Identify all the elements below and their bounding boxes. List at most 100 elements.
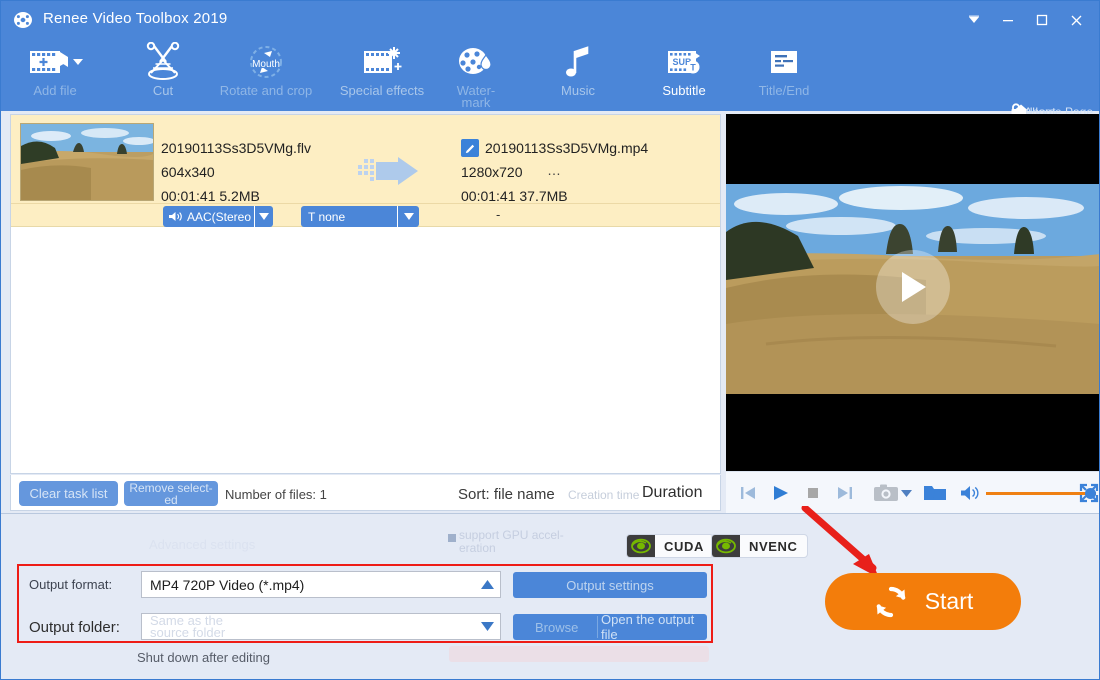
svg-text:Mouth: Mouth — [252, 59, 280, 70]
volume-slider-knob[interactable] — [1085, 487, 1096, 499]
film-reel-icon — [13, 9, 35, 31]
maximize-button[interactable] — [1025, 5, 1059, 35]
skip-previous-icon — [741, 486, 755, 499]
camera-icon — [874, 484, 898, 501]
table-row[interactable]: 20190113Ss3D5VMg.flv 604x340 00:01:41 5.… — [11, 115, 720, 227]
close-button[interactable] — [1059, 5, 1093, 35]
output-duration-size: 00:01:41 37.7MB — [461, 188, 568, 204]
status-badge-cuda: CUDA — [626, 534, 714, 558]
output-format-label: Output format: — [29, 577, 113, 592]
gpu-accel-checkbox[interactable] — [448, 534, 456, 542]
subtitle-track-label: T none — [308, 209, 346, 224]
browse-open-button-group[interactable]: Browse Open the output file — [513, 614, 707, 640]
toolbar-item-subtitle[interactable]: SUB T Subtitle — [632, 39, 736, 109]
browse-button[interactable]: Browse — [535, 620, 578, 635]
output-format-value: MP4 720P Video (*.mp4) — [150, 576, 305, 593]
cuda-label: CUDA — [664, 538, 704, 554]
volume-slider-track — [986, 491, 1096, 495]
output-settings-label: Output settings — [566, 577, 654, 593]
toolbar-item-rotate-and-crop[interactable]: Mouth Rotate and crop — [214, 39, 318, 109]
window-controls — [957, 1, 1093, 39]
window-title: Renee Video Toolbox 2019 — [43, 10, 228, 27]
remove-selected-button[interactable]: Remove select-ed — [124, 481, 218, 506]
output-folder-select[interactable]: Same as the source folder — [141, 613, 501, 640]
play-overlay-button[interactable] — [876, 250, 950, 324]
watermark-icon — [452, 42, 500, 82]
file-list-toolbar: Clear task list Remove select-ed Number … — [10, 475, 721, 511]
play-icon — [902, 272, 926, 302]
open-folder-button[interactable] — [923, 483, 947, 503]
shutdown-after-editing-label[interactable]: Shut down after editing — [137, 650, 270, 665]
special-effects-icon — [356, 42, 408, 82]
start-label: Start — [924, 588, 974, 614]
advanced-settings-ghost-label: Advanced settings — [149, 537, 256, 552]
chevron-down-icon[interactable] — [254, 206, 273, 227]
source-duration-size: 00:01:41 5.2MB — [161, 188, 260, 204]
source-file-name: 20190113Ss3D5VMg.flv — [161, 140, 311, 156]
add-file-icon — [26, 42, 84, 82]
output-more-button[interactable]: … — [547, 162, 562, 178]
toolbar-item-watermark[interactable]: Water-mark — [424, 39, 528, 109]
toolbar-label: Rotate and crop — [219, 83, 313, 98]
toolbar-item-special-effects[interactable]: Special effects — [330, 39, 434, 109]
title-bar: Renee Video Toolbox 2019 — [1, 1, 1099, 39]
toolbar-item-cut[interactable]: Cut — [111, 39, 215, 109]
ghost-overlay — [449, 646, 709, 662]
toolbar-item-music[interactable]: Music — [526, 39, 630, 109]
sort-creation-time-option[interactable]: Creation time — [568, 488, 639, 502]
play-button[interactable] — [770, 483, 790, 503]
edit-output-button[interactable] — [461, 139, 479, 157]
subtitle-track-selector[interactable]: T none — [301, 206, 419, 227]
minimize-button[interactable] — [991, 5, 1025, 35]
nvidia-eye-icon — [627, 535, 655, 557]
video-thumbnail — [20, 123, 154, 201]
open-output-file-button[interactable]: Open the output file — [601, 614, 707, 640]
audio-track-selector[interactable]: AAC(Stereo 2 — [163, 206, 273, 227]
volume-button[interactable] — [960, 484, 980, 502]
toolbar-item-title-end[interactable]: Title/End — [732, 39, 836, 109]
output-track-value: - — [496, 207, 501, 222]
button-divider — [597, 616, 598, 638]
play-icon — [774, 485, 788, 500]
toolbar-label: Water-mark — [456, 83, 496, 110]
output-file-name: 20190113Ss3D5VMg.mp4 — [485, 140, 649, 156]
chevron-down-icon — [901, 489, 912, 497]
start-button[interactable]: Start — [825, 573, 1021, 630]
video-preview[interactable] — [726, 114, 1099, 471]
audio-track-label: AAC(Stereo 2 — [187, 209, 255, 224]
refresh-sync-icon — [873, 584, 909, 620]
menu-dropdown-button[interactable] — [957, 5, 991, 35]
svg-text:T: T — [690, 63, 696, 73]
music-note-icon — [558, 42, 598, 82]
sort-label[interactable]: Sort: file name — [458, 486, 555, 503]
sort-duration-option[interactable]: Duration — [642, 484, 702, 502]
nvidia-eye-icon — [712, 535, 740, 557]
toolbar-label: Subtitle — [662, 83, 706, 98]
chevron-up-icon[interactable] — [474, 580, 500, 589]
chevron-down-icon[interactable] — [397, 206, 419, 227]
chevron-down-icon[interactable] — [474, 622, 500, 631]
nvenc-label: NVENC — [749, 538, 798, 554]
rotate-crop-icon: Mouth — [238, 42, 294, 82]
task-file-list: 20190113Ss3D5VMg.flv 604x340 00:01:41 5.… — [10, 114, 721, 474]
file-count-label: Number of files: 1 — [225, 487, 327, 502]
next-button[interactable] — [835, 483, 855, 503]
toolbar-item-add-file[interactable]: Add file — [3, 39, 107, 109]
toolbar-label: Music — [561, 83, 595, 98]
gpu-accel-label: support GPU accel-eration — [459, 528, 564, 555]
clear-task-list-button[interactable]: Clear task list — [19, 481, 118, 506]
output-settings-button[interactable]: Output settings — [513, 572, 707, 598]
player-controls — [726, 471, 1099, 513]
previous-button[interactable] — [738, 483, 758, 503]
speaker-icon — [168, 210, 183, 223]
output-folder-label: Output folder: — [29, 619, 120, 636]
snapshot-dropdown[interactable] — [901, 489, 912, 497]
toolbar-label: Add file — [33, 83, 77, 98]
remove-selected-label: Remove select-ed — [129, 480, 213, 507]
stop-button[interactable] — [804, 484, 822, 502]
output-format-select[interactable]: MP4 720P Video (*.mp4) — [141, 571, 501, 598]
volume-slider[interactable] — [986, 487, 1096, 499]
title-end-icon — [762, 42, 806, 82]
snapshot-button[interactable] — [873, 483, 899, 503]
speaker-icon — [961, 485, 979, 500]
